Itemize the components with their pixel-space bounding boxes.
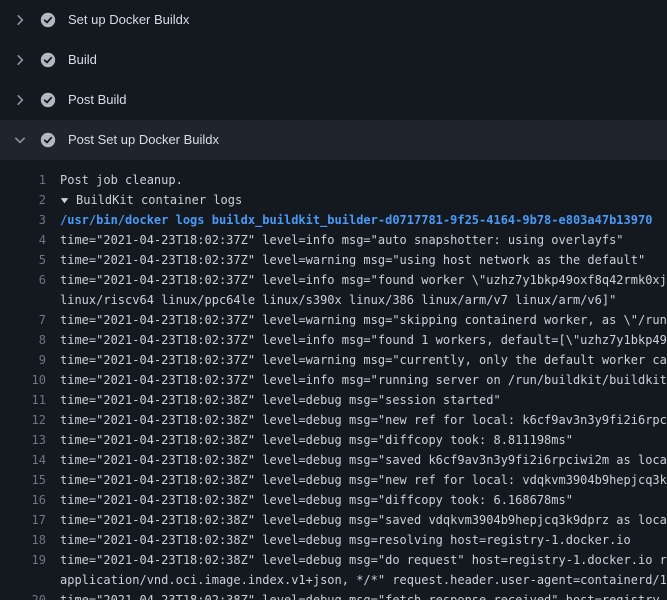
line-number[interactable]: 1 [0, 170, 46, 190]
log-text: time="2021-04-23T18:02:37Z" level=info m… [46, 370, 667, 390]
log-line: 3/usr/bin/docker logs buildx_buildkit_bu… [0, 210, 667, 230]
line-number[interactable]: 18 [0, 530, 46, 550]
log-line: 18time="2021-04-23T18:02:38Z" level=debu… [0, 530, 667, 550]
step-title: Post Build [68, 92, 127, 108]
line-number[interactable]: 7 [0, 310, 46, 330]
log-line: 7time="2021-04-23T18:02:37Z" level=warni… [0, 310, 667, 330]
log-line: 16time="2021-04-23T18:02:38Z" level=debu… [0, 490, 667, 510]
log-line: 19time="2021-04-23T18:02:38Z" level=debu… [0, 550, 667, 570]
log-text: time="2021-04-23T18:02:38Z" level=debug … [46, 550, 667, 570]
log-text: time="2021-04-23T18:02:37Z" level=warnin… [46, 310, 667, 330]
step-title: Set up Docker Buildx [68, 12, 189, 28]
log-text: linux/riscv64 linux/ppc64le linux/s390x … [46, 290, 616, 310]
log-area[interactable]: 1Post job cleanup.2 BuildKit container lo… [0, 160, 667, 600]
log-line: 13time="2021-04-23T18:02:38Z" level=debu… [0, 430, 667, 450]
line-number[interactable]: 19 [0, 550, 46, 570]
line-number[interactable]: 14 [0, 450, 46, 470]
step-header[interactable]: Post Set up Docker Buildx [0, 120, 667, 160]
chevron-right-icon[interactable] [12, 52, 28, 68]
check-circle-icon [40, 12, 56, 28]
step-header[interactable]: Set up Docker Buildx [0, 0, 667, 40]
chevron-right-icon[interactable] [12, 92, 28, 108]
log-group-line: BuildKit container logs [46, 190, 242, 210]
line-number[interactable]: 16 [0, 490, 46, 510]
log-text: time="2021-04-23T18:02:38Z" level=debug … [46, 430, 573, 450]
log-line: 8time="2021-04-23T18:02:37Z" level=info … [0, 330, 667, 350]
log-text: time="2021-04-23T18:02:38Z" level=debug … [46, 470, 667, 490]
check-circle-icon [40, 132, 56, 148]
log-text: Post job cleanup. [46, 170, 183, 190]
log-text: time="2021-04-23T18:02:37Z" level=info m… [46, 270, 667, 290]
log-text: time="2021-04-23T18:02:38Z" level=debug … [46, 450, 667, 470]
actions-log-viewer: Set up Docker Buildx Build Post Build Post … [0, 0, 667, 600]
log-text: time="2021-04-23T18:02:37Z" level=warnin… [46, 250, 645, 270]
log-line: 14time="2021-04-23T18:02:38Z" level=debu… [0, 450, 667, 470]
line-number[interactable]: 9 [0, 350, 46, 370]
line-number[interactable]: 8 [0, 330, 46, 350]
log-text: time="2021-04-23T18:02:38Z" level=debug … [46, 410, 667, 430]
line-number[interactable]: 12 [0, 410, 46, 430]
log-line: 1Post job cleanup. [0, 170, 667, 190]
log-line: 11time="2021-04-23T18:02:38Z" level=debu… [0, 390, 667, 410]
line-number[interactable]: 17 [0, 510, 46, 530]
log-line: 9time="2021-04-23T18:02:37Z" level=warni… [0, 350, 667, 370]
chevron-right-icon[interactable] [12, 12, 28, 28]
line-number[interactable]: 4 [0, 230, 46, 250]
line-number [0, 290, 46, 310]
line-number[interactable]: 20 [0, 590, 46, 600]
log-text: time="2021-04-23T18:02:38Z" level=debug … [46, 510, 667, 530]
step-list: Set up Docker Buildx Build Post Build Post … [0, 0, 667, 160]
log-command-text: /usr/bin/docker logs buildx_buildkit_bui… [46, 210, 652, 230]
log-line: application/vnd.oci.image.index.v1+json,… [0, 570, 667, 590]
line-number[interactable]: 11 [0, 390, 46, 410]
log-line: 17time="2021-04-23T18:02:38Z" level=debu… [0, 510, 667, 530]
log-line: 4time="2021-04-23T18:02:37Z" level=info … [0, 230, 667, 250]
log-line: 20time="2021-04-23T18:02:38Z" level=debu… [0, 590, 667, 600]
log-line: 12time="2021-04-23T18:02:38Z" level=debu… [0, 410, 667, 430]
log-line: linux/riscv64 linux/ppc64le linux/s390x … [0, 290, 667, 310]
log-line: 2 BuildKit container logs [0, 190, 667, 210]
log-line: 15time="2021-04-23T18:02:38Z" level=debu… [0, 470, 667, 490]
chevron-down-icon[interactable] [12, 132, 28, 148]
log-line: 5time="2021-04-23T18:02:37Z" level=warni… [0, 250, 667, 270]
step-header[interactable]: Build [0, 40, 667, 80]
check-circle-icon [40, 92, 56, 108]
log-line: 10time="2021-04-23T18:02:37Z" level=info… [0, 370, 667, 390]
line-number[interactable]: 13 [0, 430, 46, 450]
log-text: time="2021-04-23T18:02:37Z" level=info m… [46, 330, 667, 350]
group-label: BuildKit container logs [76, 190, 242, 210]
step-title: Post Set up Docker Buildx [68, 132, 219, 148]
line-number[interactable]: 3 [0, 210, 46, 230]
log-text: time="2021-04-23T18:02:38Z" level=debug … [46, 490, 573, 510]
line-number[interactable]: 15 [0, 470, 46, 490]
step-header[interactable]: Post Build [0, 80, 667, 120]
line-number[interactable]: 2 [0, 190, 46, 210]
line-number[interactable]: 10 [0, 370, 46, 390]
log-text: application/vnd.oci.image.index.v1+json,… [46, 570, 667, 590]
log-text: time="2021-04-23T18:02:38Z" level=debug … [46, 390, 501, 410]
line-number[interactable]: 6 [0, 270, 46, 290]
log-text: time="2021-04-23T18:02:38Z" level=debug … [46, 530, 631, 550]
line-number [0, 570, 46, 590]
log-line: 6time="2021-04-23T18:02:37Z" level=info … [0, 270, 667, 290]
step-title: Build [68, 52, 97, 68]
log-text: time="2021-04-23T18:02:37Z" level=warnin… [46, 350, 667, 370]
check-circle-icon [40, 52, 56, 68]
group-toggle-icon[interactable] [60, 196, 69, 205]
line-number[interactable]: 5 [0, 250, 46, 270]
log-text: time="2021-04-23T18:02:38Z" level=debug … [46, 590, 660, 600]
log-text: time="2021-04-23T18:02:37Z" level=info m… [46, 230, 624, 250]
